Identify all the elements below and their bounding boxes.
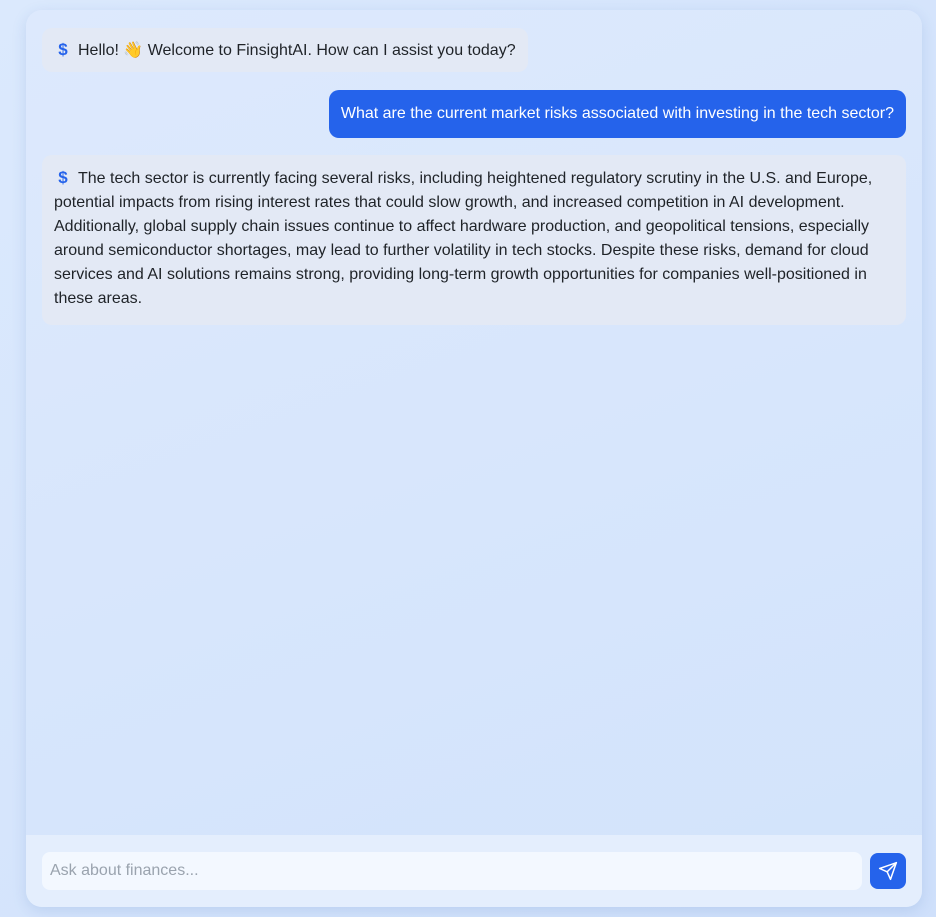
- chat-input[interactable]: [42, 852, 862, 890]
- message-list: $ Hello! 👋 Welcome to FinsightAI. How can…: [26, 10, 922, 835]
- bot-message-greeting: $ Hello! 👋 Welcome to FinsightAI. How can…: [42, 28, 528, 72]
- bot-message-answer: $ The tech sector is currently facing sev…: [42, 155, 906, 325]
- bot-message-text: The tech sector is currently facing seve…: [54, 170, 873, 307]
- dollar-icon: $: [58, 40, 68, 59]
- user-message-text: What are the current market risks associ…: [340, 105, 894, 122]
- input-bar: [26, 835, 922, 907]
- send-icon: [878, 861, 898, 881]
- send-button[interactable]: [870, 853, 906, 889]
- dollar-icon: $: [58, 168, 68, 187]
- chat-window: $ Hello! 👋 Welcome to FinsightAI. How can…: [26, 10, 922, 907]
- bot-message-text: Hello! 👋 Welcome to FinsightAI. How can …: [78, 42, 516, 59]
- user-message: What are the current market risks associ…: [328, 90, 906, 138]
